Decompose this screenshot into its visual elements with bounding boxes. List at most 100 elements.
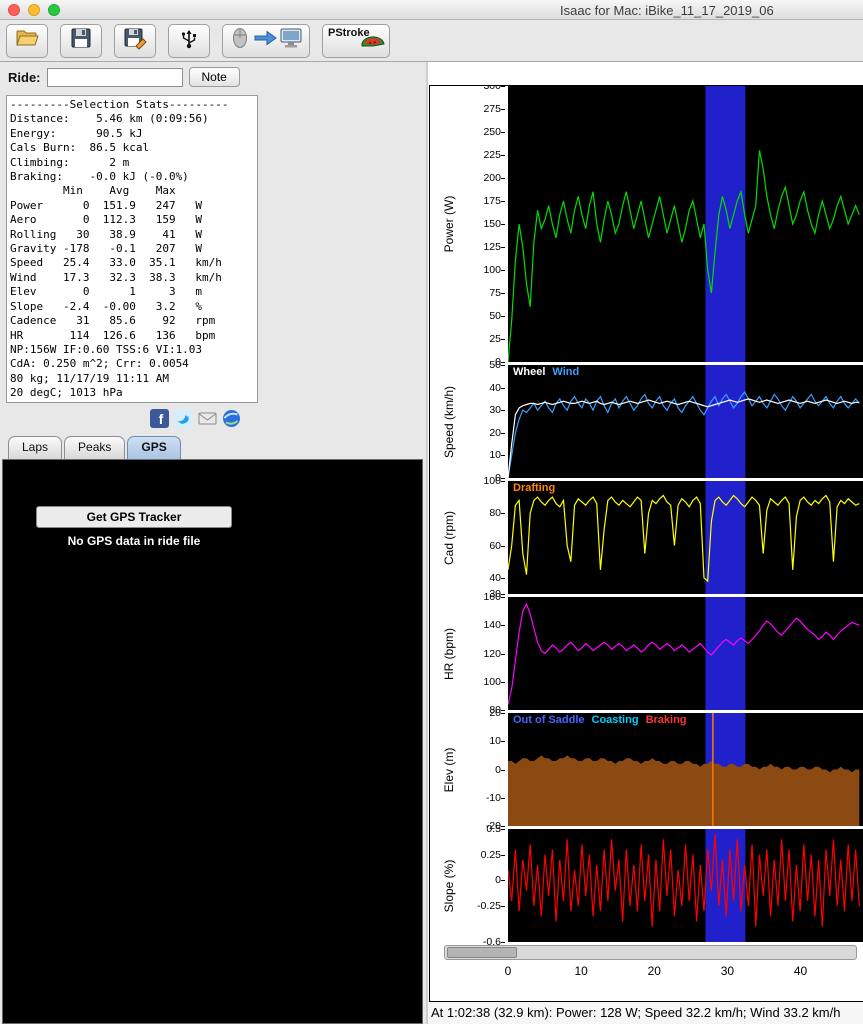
legend-wind: Wind [552, 366, 579, 378]
power-chart-row: Power (W) 300275250225200175150125100755… [430, 86, 863, 362]
gps-inner: Get GPS Tracker No GPS data in ride file [3, 506, 265, 548]
chart-horizontal-scrollbar[interactable] [444, 945, 857, 960]
selection-stats: ---------Selection Stats--------- Distan… [6, 95, 258, 403]
charts-frame: Power (W) 300275250225200175150125100755… [429, 85, 863, 1002]
window-title: Isaac for Mac: iBike_11_17_2019_06 [560, 3, 774, 18]
legend-wheel: Wheel [513, 366, 545, 378]
legend-coasting: Coasting [592, 714, 639, 726]
y-tick-label: 40 [489, 382, 501, 394]
x-tick-label: 30 [721, 964, 734, 978]
hr-axis-label: HR (bpm) [436, 597, 462, 710]
y-tick-label: 0.5 [486, 823, 501, 835]
y-tick-label: 0 [495, 874, 501, 886]
y-tick-label: 75 [489, 287, 501, 299]
speed-chart-row: Speed (km/h) 50403020100 WheelWind [430, 365, 863, 478]
svg-text:f: f [159, 411, 164, 427]
y-tick-label: 300 [483, 85, 501, 92]
open-file-button[interactable] [6, 24, 48, 58]
hr-chart-row: HR (bpm) 16014012010080 [430, 597, 863, 710]
elevation-yticks: 20100-10-20 [462, 713, 508, 826]
usb-import-button[interactable] [168, 24, 210, 58]
scrollbar-thumb[interactable] [447, 947, 517, 958]
y-tick-label: 120 [483, 648, 501, 660]
y-tick-label: 175 [483, 195, 501, 207]
y-tick-label: 50 [489, 359, 501, 371]
pstroke-icon [360, 32, 386, 55]
y-tick-label: 150 [483, 218, 501, 230]
x-tick-label: 10 [574, 964, 587, 978]
power-yticks: 3002752502252001751501251007550250 [462, 86, 508, 362]
toolbar: PStroke [0, 20, 863, 62]
y-tick-label: 30 [489, 404, 501, 416]
minimize-window-button[interactable] [28, 4, 40, 16]
y-tick-label: 20 [489, 427, 501, 439]
y-tick-label: 0.25 [481, 849, 501, 861]
save-as-icon [123, 26, 147, 55]
y-tick-label: 50 [489, 310, 501, 322]
y-tick-label: -0.25 [477, 900, 501, 912]
pstroke-button[interactable]: PStroke [322, 24, 390, 58]
speed-axis-label: Speed (km/h) [436, 365, 462, 478]
slope-yticks: 0.50.250-0.25-0.6 [462, 829, 508, 942]
y-tick-label: 0 [495, 764, 501, 776]
save-as-button[interactable] [114, 24, 156, 58]
twitter-icon[interactable] [174, 409, 193, 428]
y-tick-label: 100 [483, 475, 501, 487]
elevation-chart-row: Elev (m) 20100-10-20 Out of Saddle Coasti… [430, 713, 863, 826]
hr-yticks: 16014012010080 [462, 597, 508, 710]
legend-out-of-saddle: Out of Saddle [513, 714, 585, 726]
elevation-axis-label: Elev (m) [436, 713, 462, 826]
facebook-icon[interactable]: f [150, 409, 169, 428]
open-file-icon [14, 27, 40, 54]
x-axis-labels: 010203040 [508, 962, 859, 982]
y-tick-label: 225 [483, 149, 501, 161]
tab-peaks[interactable]: Peaks [64, 436, 125, 459]
power-plot[interactable] [508, 86, 863, 362]
y-tick-label: 10 [489, 449, 501, 461]
cadence-axis-label: Cad (rpm) [436, 481, 462, 594]
power-axis-label: Power (W) [436, 86, 462, 362]
get-gps-tracker-button[interactable]: Get GPS Tracker [36, 506, 232, 528]
y-tick-label: 140 [483, 619, 501, 631]
x-tick-label: 40 [794, 964, 807, 978]
y-tick-label: 60 [489, 540, 501, 552]
x-tick-label: 20 [648, 964, 661, 978]
gps-message: No GPS data in ride file [3, 534, 265, 548]
google-earth-icon[interactable] [222, 409, 241, 428]
slope-plot[interactable] [508, 829, 863, 942]
email-icon[interactable] [198, 409, 217, 428]
hr-plot[interactable] [508, 597, 863, 710]
y-tick-label: 160 [483, 591, 501, 603]
tab-bar: Laps Peaks GPS [8, 436, 181, 459]
usb-icon [179, 26, 199, 55]
y-tick-label: 25 [489, 333, 501, 345]
ride-name-input[interactable] [47, 68, 183, 87]
speed-plot[interactable]: Wheel Wind [508, 365, 863, 478]
y-tick-label: 250 [483, 126, 501, 138]
gps-panel: Get GPS Tracker No GPS data in ride file [2, 459, 423, 1024]
chart-panel: Power (W) 300275250225200175150125100755… [426, 62, 863, 1024]
titlebar: Isaac for Mac: iBike_11_17_2019_06 [0, 0, 863, 20]
save-button[interactable] [60, 24, 102, 58]
save-icon [69, 26, 93, 55]
cadence-chart-row: Cad (rpm) 10080604030 Drafting [430, 481, 863, 594]
tab-gps[interactable]: GPS [127, 436, 180, 459]
y-tick-label: 125 [483, 241, 501, 253]
zoom-window-button[interactable] [48, 4, 60, 16]
y-tick-label: 275 [483, 103, 501, 115]
legend-braking: Braking [646, 714, 687, 726]
close-window-button[interactable] [8, 4, 20, 16]
status-bar: At 1:02:38 (32.9 km): Power: 128 W; Spee… [428, 1002, 863, 1024]
note-button[interactable]: Note [189, 67, 240, 87]
send-to-device-icon [229, 25, 303, 56]
cadence-yticks: 10080604030 [462, 481, 508, 594]
ride-row: Ride: Note [8, 67, 240, 87]
cadence-plot[interactable]: Drafting [508, 481, 863, 594]
window-controls [8, 4, 60, 16]
y-tick-label: 20 [489, 707, 501, 719]
elevation-plot[interactable]: Out of Saddle Coasting Braking [508, 713, 863, 826]
send-to-device-button[interactable] [222, 24, 310, 58]
tab-laps[interactable]: Laps [8, 436, 62, 459]
y-tick-label: 100 [483, 264, 501, 276]
slope-chart-row: Slope (%) 0.50.250-0.25-0.6 [430, 829, 863, 942]
